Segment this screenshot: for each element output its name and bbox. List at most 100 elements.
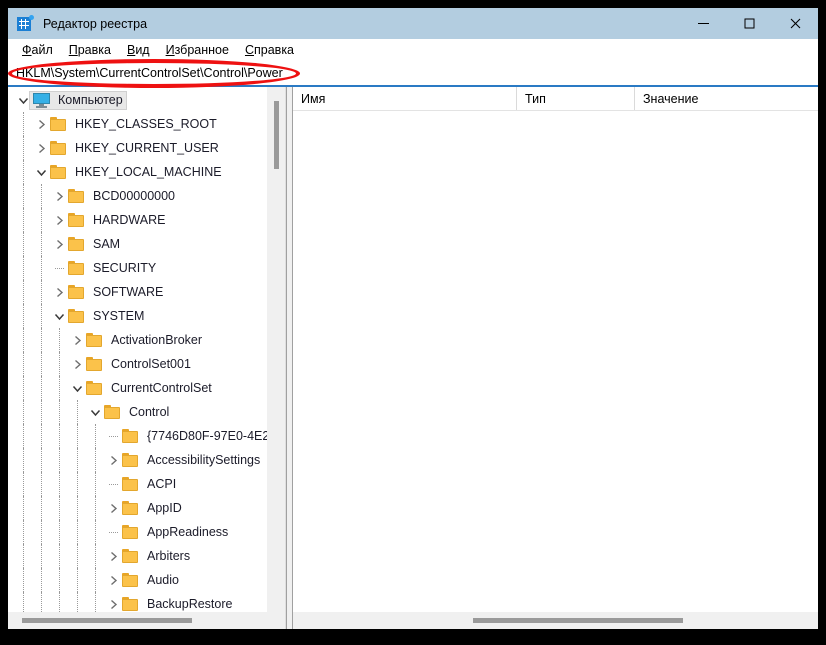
folder-icon bbox=[50, 141, 71, 155]
chevron-right-icon[interactable] bbox=[33, 143, 50, 154]
chevron-down-icon[interactable] bbox=[87, 408, 104, 417]
tree-elbow-line bbox=[109, 484, 118, 486]
chevron-right-icon[interactable] bbox=[105, 455, 122, 466]
tree-item-AppID[interactable]: AppID bbox=[8, 496, 267, 520]
tree-item-content: ControlSet001 bbox=[86, 355, 191, 374]
minimize-button[interactable] bbox=[680, 8, 726, 39]
tree-guide-line bbox=[95, 544, 97, 568]
tree-item-label: AppID bbox=[147, 501, 182, 515]
tree-guide-line bbox=[23, 400, 25, 424]
values-column-header-0[interactable]: Имя bbox=[293, 87, 517, 110]
tree-item-7746D80F-97E0-4E26-954[interactable]: {7746D80F-97E0-4E26-954 bbox=[8, 424, 267, 448]
tree-item-SOFTWARE[interactable]: SOFTWARE bbox=[8, 280, 267, 304]
tree-item-ControlSet001[interactable]: ControlSet001 bbox=[8, 352, 267, 376]
chevron-right-icon[interactable] bbox=[105, 599, 122, 610]
tree-item-HKEY_LOCAL_MACHINE[interactable]: HKEY_LOCAL_MACHINE bbox=[8, 160, 267, 184]
tree-item-label: BCD00000000 bbox=[93, 189, 176, 203]
folder-icon bbox=[122, 477, 143, 491]
chevron-right-icon[interactable] bbox=[105, 575, 122, 586]
values-horizontal-scrollbar[interactable] bbox=[293, 612, 818, 629]
tree-item-content: SOFTWARE bbox=[68, 283, 163, 302]
tree-item-BackupRestore[interactable]: BackupRestore bbox=[8, 592, 267, 612]
chevron-right-icon[interactable] bbox=[105, 503, 122, 514]
tree-horizontal-scrollbar[interactable] bbox=[8, 612, 285, 629]
tree-guide-line bbox=[23, 256, 25, 280]
chevron-right-icon[interactable] bbox=[69, 335, 86, 346]
tree-guide-line bbox=[77, 400, 79, 424]
tree-item-content: AppID bbox=[122, 499, 182, 518]
tree-item-HKEY_CLASSES_ROOT[interactable]: HKEY_CLASSES_ROOT bbox=[8, 112, 267, 136]
address-bar-value: HKLM\System\CurrentControlSet\Control\Po… bbox=[16, 65, 283, 80]
tree-guide-line bbox=[23, 424, 25, 448]
tree-item-SECURITY[interactable]: SECURITY bbox=[8, 256, 267, 280]
tree-guide-line bbox=[23, 304, 25, 328]
tree-guide-line bbox=[23, 568, 25, 592]
values-column-header-1[interactable]: Тип bbox=[517, 87, 635, 110]
chevron-right-icon[interactable] bbox=[51, 239, 68, 250]
tree-vertical-scrollbar[interactable] bbox=[267, 87, 285, 612]
tree-guide-line bbox=[95, 592, 97, 612]
tree-guide-line bbox=[95, 448, 97, 472]
tree-item-label: CurrentControlSet bbox=[111, 381, 212, 395]
tree-item-SYSTEM[interactable]: SYSTEM bbox=[8, 304, 267, 328]
chevron-down-icon[interactable] bbox=[33, 168, 50, 177]
column-header-label: Значение bbox=[643, 91, 699, 106]
tree-item-label: AppReadiness bbox=[147, 525, 229, 539]
tree-item-ActivationBroker[interactable]: ActivationBroker bbox=[8, 328, 267, 352]
menu-item-4[interactable]: Справка bbox=[237, 41, 302, 59]
tree-item-AppReadiness[interactable]: AppReadiness bbox=[8, 520, 267, 544]
tree-item-AccessibilitySettings[interactable]: AccessibilitySettings bbox=[8, 448, 267, 472]
tree-item-label: ACPI bbox=[147, 477, 177, 491]
menu-item-1[interactable]: Правка bbox=[61, 41, 119, 59]
menu-item-2[interactable]: Вид bbox=[119, 41, 158, 59]
menu-item-0[interactable]: Файл bbox=[14, 41, 61, 59]
menu-item-3[interactable]: Избранное bbox=[158, 41, 237, 59]
tree-guide-line bbox=[23, 592, 25, 612]
tree-item-BCD00000000[interactable]: BCD00000000 bbox=[8, 184, 267, 208]
tree-item-Audio[interactable]: Audio bbox=[8, 568, 267, 592]
chevron-right-icon[interactable] bbox=[51, 191, 68, 202]
tree-item-Компьютер[interactable]: Компьютер bbox=[8, 88, 267, 112]
tree-item-ACPI[interactable]: ACPI bbox=[8, 472, 267, 496]
chevron-right-icon[interactable] bbox=[105, 551, 122, 562]
tree-guide-line bbox=[95, 424, 97, 448]
tree-item-HARDWARE[interactable]: HARDWARE bbox=[8, 208, 267, 232]
tree-guide-line bbox=[23, 232, 25, 256]
tree-item-Control[interactable]: Control bbox=[8, 400, 267, 424]
tree-item-content: Arbiters bbox=[122, 547, 190, 566]
close-button[interactable] bbox=[772, 8, 818, 39]
tree-item-Arbiters[interactable]: Arbiters bbox=[8, 544, 267, 568]
folder-icon bbox=[122, 453, 143, 467]
address-bar-input[interactable]: HKLM\System\CurrentControlSet\Control\Po… bbox=[12, 63, 816, 82]
tree-item-label: ActivationBroker bbox=[111, 333, 203, 347]
chevron-right-icon[interactable] bbox=[33, 119, 50, 130]
chevron-right-icon[interactable] bbox=[51, 287, 68, 298]
values-hscroll-thumb[interactable] bbox=[473, 618, 683, 623]
tree-item-label: Audio bbox=[147, 573, 179, 587]
values-column-header-2[interactable]: Значение bbox=[635, 87, 818, 110]
tree-item-label: HKEY_LOCAL_MACHINE bbox=[75, 165, 222, 179]
tree-hscroll-thumb[interactable] bbox=[22, 618, 192, 623]
chevron-right-icon[interactable] bbox=[69, 359, 86, 370]
chevron-down-icon[interactable] bbox=[69, 384, 86, 393]
tree-guide-line bbox=[23, 352, 25, 376]
tree-guide-line bbox=[59, 544, 61, 568]
tree-item-SAM[interactable]: SAM bbox=[8, 232, 267, 256]
tree-item-CurrentControlSet[interactable]: CurrentControlSet bbox=[8, 376, 267, 400]
menu-bar: Файл Правка Вид Избранное Справка bbox=[8, 39, 818, 61]
pane-splitter[interactable] bbox=[286, 87, 293, 629]
folder-icon bbox=[68, 213, 89, 227]
tree-guide-line bbox=[41, 472, 43, 496]
chevron-right-icon[interactable] bbox=[51, 215, 68, 226]
tree-item-HKEY_CURRENT_USER[interactable]: HKEY_CURRENT_USER bbox=[8, 136, 267, 160]
maximize-button[interactable] bbox=[726, 8, 772, 39]
tree-scroll-area: Компьютер HKEY_CLASSES_ROOT HKEY_CURRENT_U… bbox=[8, 87, 267, 612]
tree-guide-line bbox=[59, 328, 61, 352]
tree-vscroll-thumb[interactable] bbox=[274, 101, 279, 169]
tree-item-label: SOFTWARE bbox=[93, 285, 164, 299]
screen-root: Редактор реестра Файл Правка Вид Избранное С… bbox=[0, 0, 826, 645]
tree-item-label: SYSTEM bbox=[93, 309, 145, 323]
tree-guide-line bbox=[23, 160, 25, 184]
chevron-down-icon[interactable] bbox=[51, 312, 68, 321]
values-list-body[interactable] bbox=[293, 111, 818, 612]
